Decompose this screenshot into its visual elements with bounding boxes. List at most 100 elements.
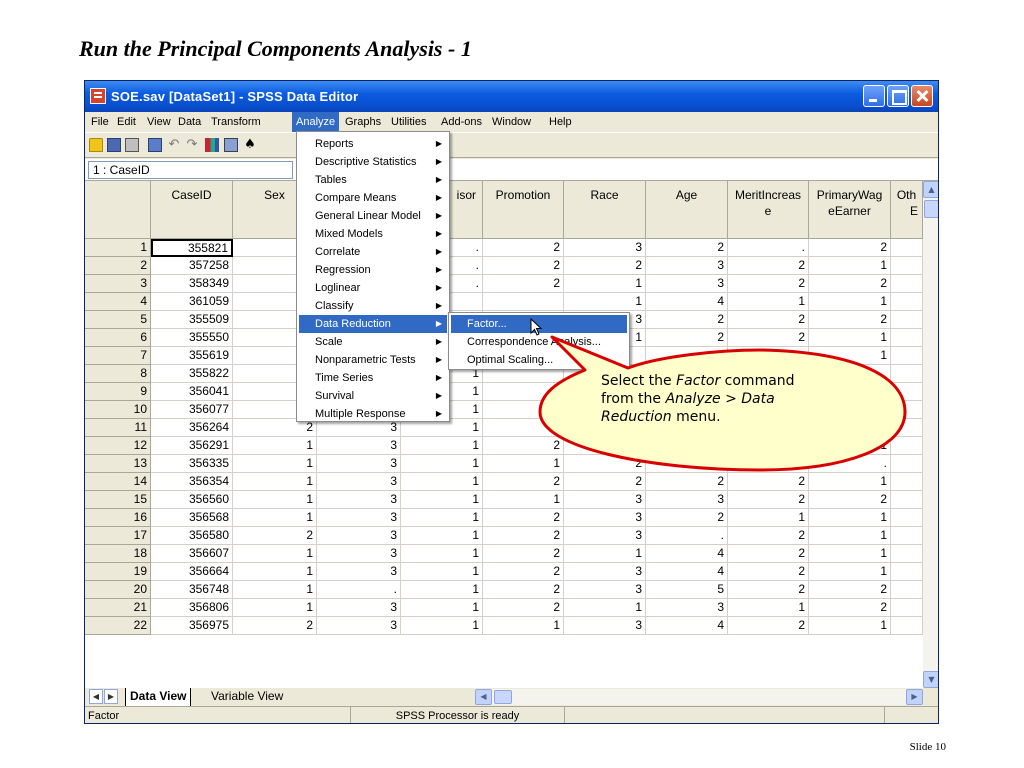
analyze-menu-item[interactable]: Reports ▶ xyxy=(299,135,447,153)
table-cell[interactable]: 3 xyxy=(646,437,728,455)
column-header-age[interactable]: Age xyxy=(646,181,728,239)
table-cell[interactable]: 2 xyxy=(728,275,809,293)
table-cell[interactable]: 3 xyxy=(564,581,646,599)
table-cell[interactable]: 1 xyxy=(233,599,317,617)
table-cell[interactable]: 356041 xyxy=(151,383,233,401)
table-cell[interactable]: 2 xyxy=(483,401,564,419)
table-cell[interactable]: 1 xyxy=(809,329,891,347)
table-cell[interactable]: 356748 xyxy=(151,581,233,599)
table-cell[interactable] xyxy=(891,563,923,581)
table-cell[interactable]: 2 xyxy=(483,473,564,491)
table-cell[interactable]: 1 xyxy=(564,275,646,293)
table-cell[interactable]: 1 xyxy=(809,473,891,491)
table-cell[interactable]: 2 xyxy=(809,239,891,257)
tab-next-icon[interactable]: ▶ xyxy=(104,689,118,704)
table-cell[interactable]: 1 xyxy=(809,437,891,455)
table-cell[interactable]: 3 xyxy=(646,491,728,509)
menu-analyze[interactable]: Analyze xyxy=(292,112,340,132)
row-header[interactable]: 17 xyxy=(85,527,151,545)
open-icon[interactable] xyxy=(89,138,103,152)
table-cell[interactable]: 2 xyxy=(483,545,564,563)
table-cell[interactable]: 1 xyxy=(809,509,891,527)
table-cell[interactable]: 1 xyxy=(401,545,483,563)
table-cell[interactable]: 1 xyxy=(401,599,483,617)
menu-add-ons[interactable]: Add-ons xyxy=(437,112,486,132)
menu-utilities[interactable]: Utilities xyxy=(387,112,430,132)
analyze-menu-item[interactable]: Time Series ▶ xyxy=(299,369,447,387)
table-cell[interactable]: 1 xyxy=(728,509,809,527)
table-cell[interactable]: 1 xyxy=(233,455,317,473)
table-cell[interactable]: 355619 xyxy=(151,347,233,365)
dialog-recall-icon[interactable] xyxy=(148,138,162,152)
table-cell[interactable]: 3 xyxy=(564,527,646,545)
table-cell[interactable]: 2 xyxy=(728,455,809,473)
table-cell[interactable]: 3 xyxy=(317,437,401,455)
variables-icon[interactable] xyxy=(224,138,238,152)
table-cell[interactable]: 2 xyxy=(728,257,809,275)
analyze-menu-item[interactable]: General Linear Model ▶ xyxy=(299,207,447,225)
table-cell[interactable]: 1 xyxy=(483,491,564,509)
table-cell[interactable]: 3 xyxy=(317,563,401,581)
table-cell[interactable]: 356077 xyxy=(151,401,233,419)
table-cell[interactable] xyxy=(891,329,923,347)
table-cell[interactable]: 3 xyxy=(646,257,728,275)
find-icon[interactable]: ♠ xyxy=(243,138,257,152)
table-cell[interactable]: 3 xyxy=(317,599,401,617)
table-cell[interactable]: 1 xyxy=(809,545,891,563)
table-cell[interactable] xyxy=(891,455,923,473)
table-cell[interactable]: 2 xyxy=(728,329,809,347)
analyze-menu-item[interactable]: Data Reduction ▶ xyxy=(299,315,447,333)
table-cell[interactable]: 361059 xyxy=(151,293,233,311)
undo-icon[interactable]: ↶ xyxy=(167,138,181,152)
table-cell[interactable]: 2 xyxy=(728,473,809,491)
table-cell[interactable]: 2 xyxy=(809,275,891,293)
table-cell[interactable]: 2 xyxy=(728,617,809,635)
analyze-menu-item[interactable]: Classify ▶ xyxy=(299,297,447,315)
table-cell[interactable]: 356607 xyxy=(151,545,233,563)
table-cell[interactable]: 1 xyxy=(809,617,891,635)
table-cell[interactable]: 1 xyxy=(401,581,483,599)
row-header[interactable]: 19 xyxy=(85,563,151,581)
table-cell[interactable]: 356354 xyxy=(151,473,233,491)
table-cell[interactable]: 356806 xyxy=(151,599,233,617)
table-cell[interactable]: 2 xyxy=(728,563,809,581)
table-cell[interactable]: 2 xyxy=(646,455,728,473)
scroll-right-icon[interactable]: ▶ xyxy=(906,689,923,705)
table-cell[interactable]: 1 xyxy=(564,599,646,617)
table-cell[interactable] xyxy=(891,491,923,509)
table-cell[interactable]: 4 xyxy=(646,293,728,311)
table-cell[interactable]: 356560 xyxy=(151,491,233,509)
row-header[interactable]: 15 xyxy=(85,491,151,509)
maximize-button[interactable] xyxy=(887,85,909,107)
title-bar[interactable]: SOE.sav [DataSet1] - SPSS Data Editor xyxy=(85,81,938,112)
row-header[interactable]: 20 xyxy=(85,581,151,599)
horizontal-scrollbar[interactable]: ◀ ▶ xyxy=(475,689,923,705)
column-header-race[interactable]: Race xyxy=(564,181,646,239)
row-header[interactable]: 3 xyxy=(85,275,151,293)
table-cell[interactable]: 2 xyxy=(564,473,646,491)
table-cell[interactable]: 1 xyxy=(233,545,317,563)
table-cell[interactable]: 2 xyxy=(728,581,809,599)
table-cell[interactable]: 2 xyxy=(809,599,891,617)
table-cell[interactable]: 2 xyxy=(483,437,564,455)
table-cell[interactable]: 2 xyxy=(483,257,564,275)
table-cell[interactable]: 2 xyxy=(646,239,728,257)
table-cell[interactable]: 3 xyxy=(564,437,646,455)
column-header-promotion[interactable]: Promotion xyxy=(483,181,564,239)
table-cell[interactable]: 3 xyxy=(317,491,401,509)
row-header[interactable]: 14 xyxy=(85,473,151,491)
vertical-scrollbar[interactable]: ▲ ▼ xyxy=(923,181,938,688)
table-cell[interactable]: 355822 xyxy=(151,365,233,383)
table-cell[interactable] xyxy=(891,527,923,545)
column-header-other[interactable]: Oth E xyxy=(891,181,923,239)
table-cell[interactable]: 1 xyxy=(233,437,317,455)
table-cell[interactable]: . xyxy=(317,581,401,599)
table-cell[interactable] xyxy=(891,509,923,527)
table-cell[interactable] xyxy=(891,599,923,617)
table-cell[interactable]: 2 xyxy=(483,599,564,617)
table-cell[interactable]: 1 xyxy=(401,473,483,491)
scroll-down-icon[interactable]: ▼ xyxy=(923,671,938,688)
row-header[interactable]: 5 xyxy=(85,311,151,329)
table-cell[interactable] xyxy=(646,347,728,365)
analyze-menu-item[interactable]: Tables ▶ xyxy=(299,171,447,189)
